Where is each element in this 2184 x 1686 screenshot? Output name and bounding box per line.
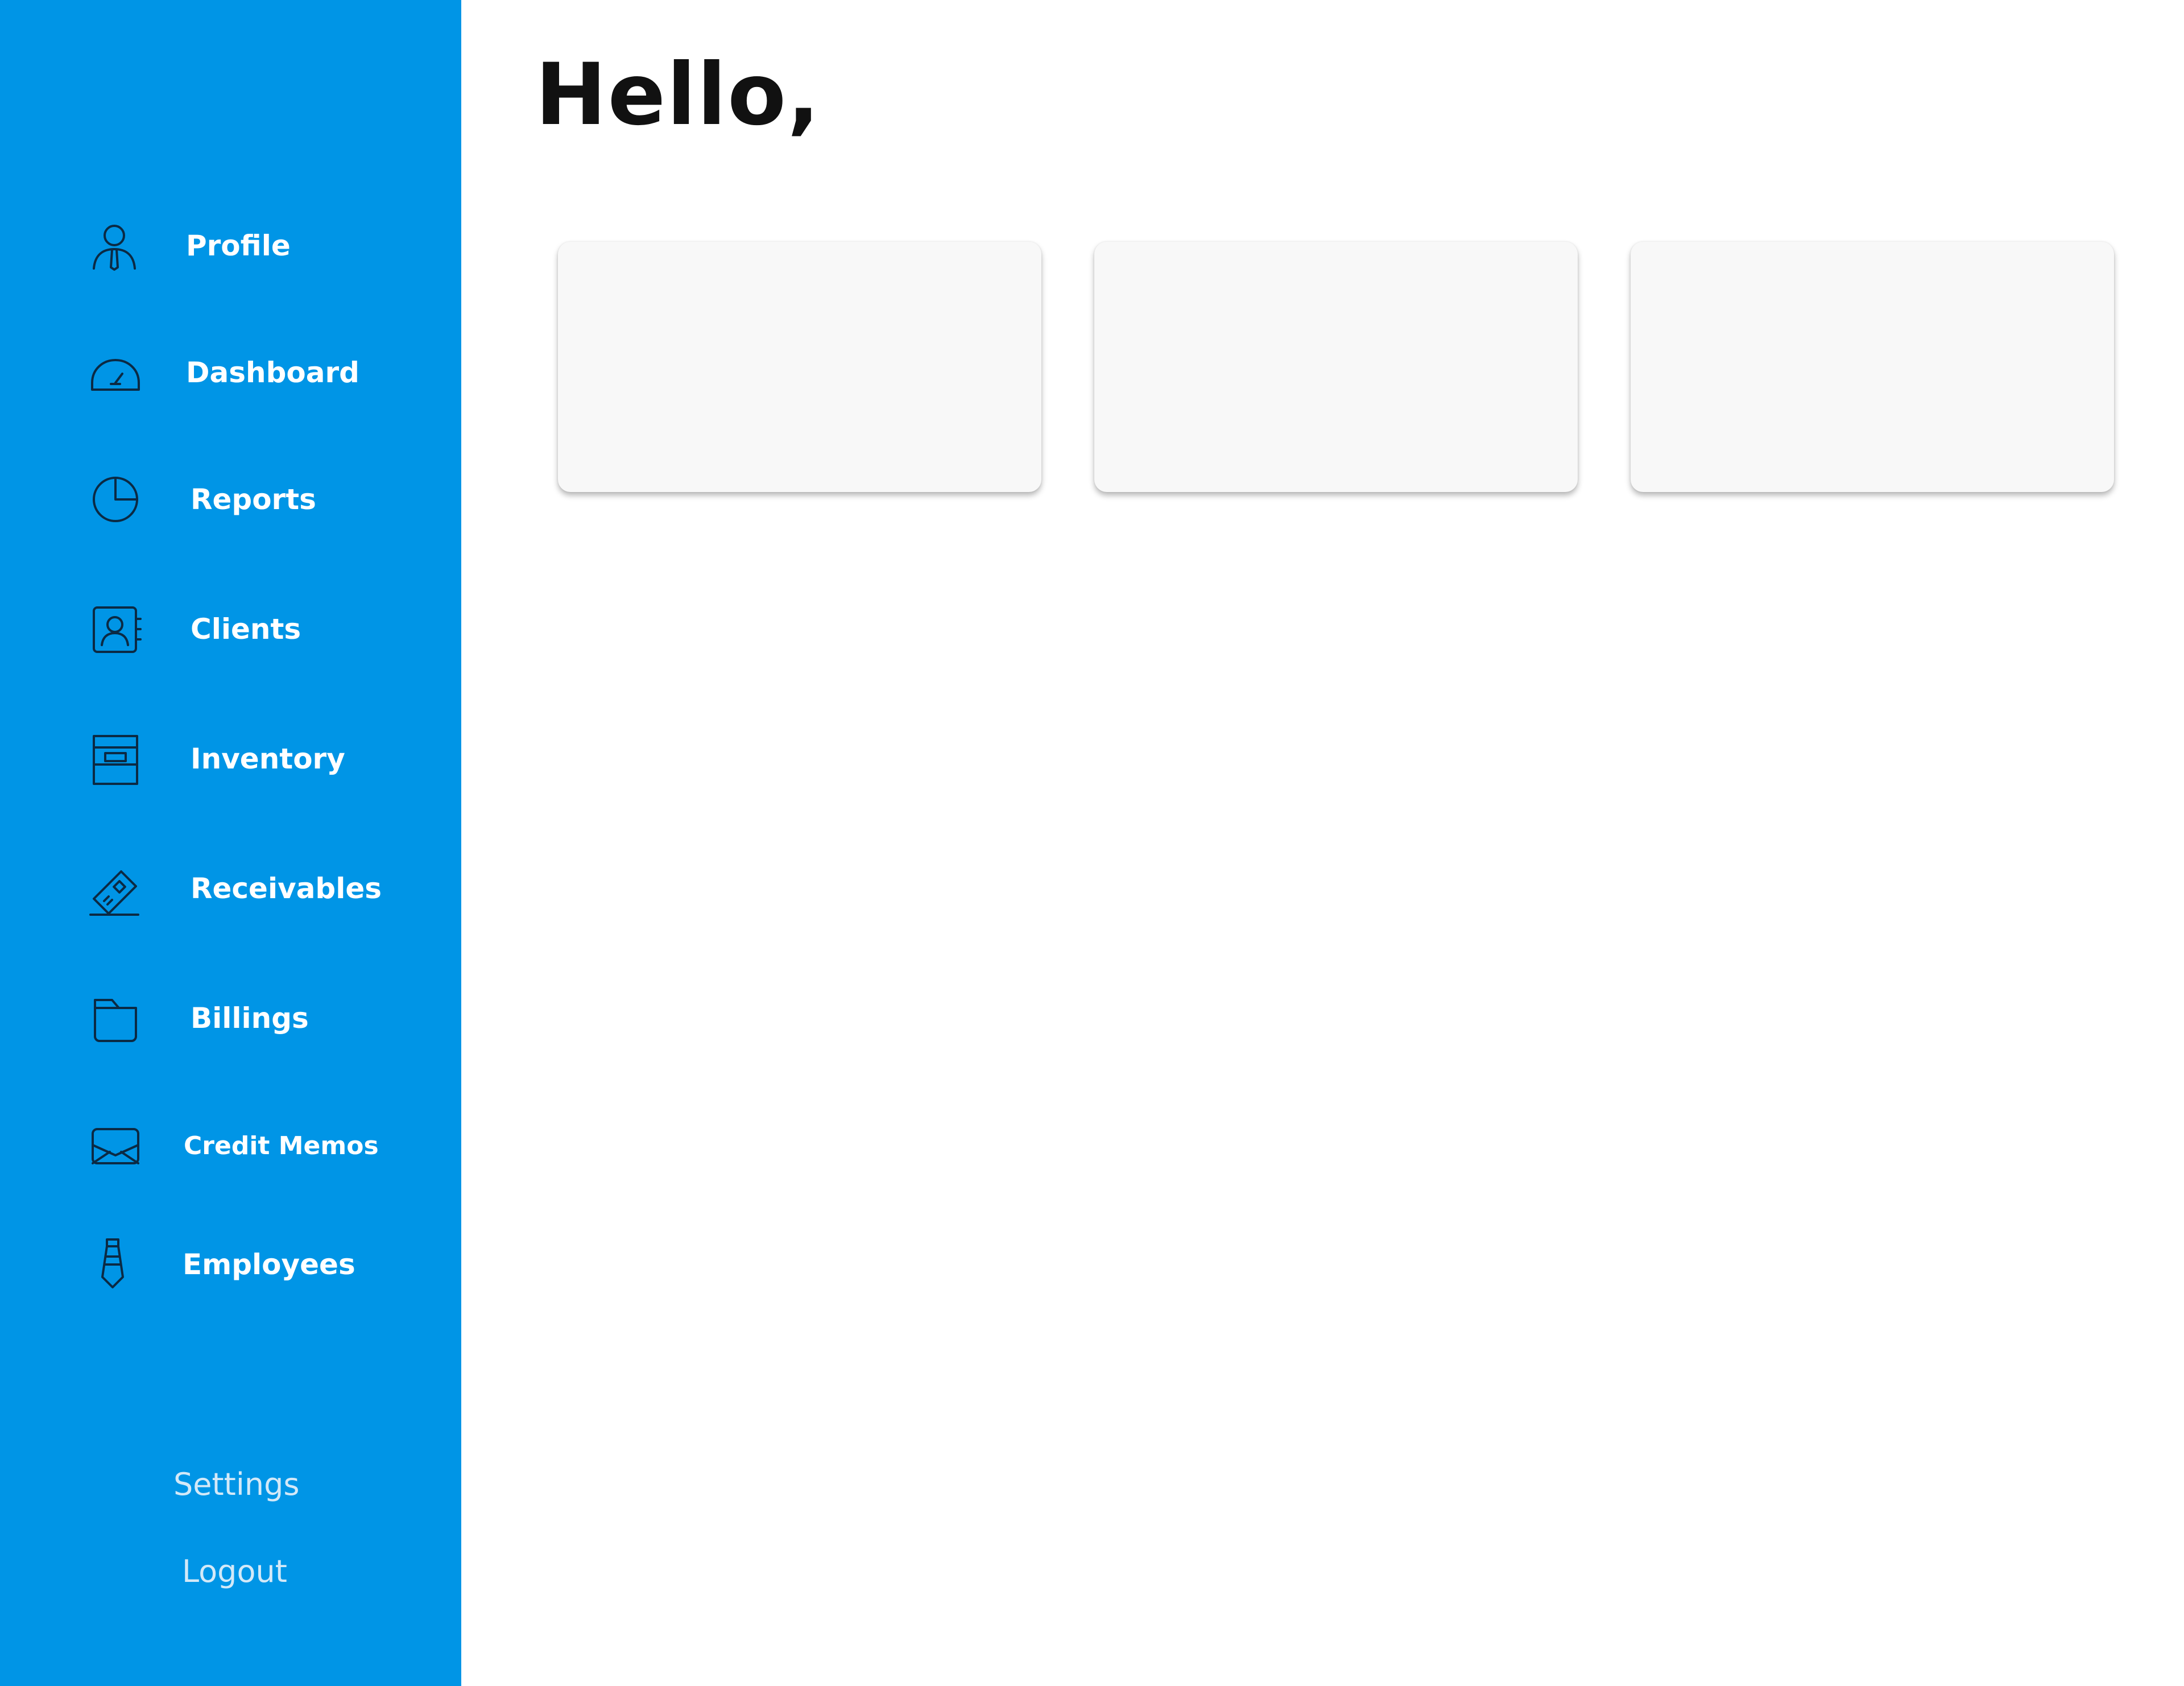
sidebar-item-employees[interactable]: Employees <box>0 1222 461 1307</box>
settings-link[interactable]: Settings <box>173 1453 299 1516</box>
sidebar: Profile Dashboard Reports Clients Invent… <box>0 0 461 1686</box>
sidebar-item-clients[interactable]: Clients <box>0 586 461 672</box>
sidebar-item-profile[interactable]: Profile <box>0 203 461 288</box>
sidebar-item-label: Dashboard <box>186 356 359 389</box>
contact-card-icon <box>88 602 143 656</box>
pie-chart-icon <box>88 472 143 527</box>
sidebar-item-receivables[interactable]: Receivables <box>0 846 461 931</box>
sidebar-item-reports[interactable]: Reports <box>0 457 461 542</box>
summary-card[interactable] <box>1631 242 2114 492</box>
logout-link[interactable]: Logout <box>182 1540 287 1603</box>
gauge-icon <box>88 345 143 400</box>
sidebar-item-label: Credit Memos <box>184 1131 379 1160</box>
sidebar-item-label: Clients <box>191 613 301 646</box>
sidebar-item-label: Profile <box>186 229 291 262</box>
tie-icon <box>85 1237 140 1292</box>
sidebar-item-dashboard[interactable]: Dashboard <box>0 330 461 415</box>
ticket-icon <box>87 861 142 916</box>
sidebar-item-label: Billings <box>191 1002 309 1035</box>
folder-icon <box>88 991 143 1046</box>
envelope-icon <box>88 1119 143 1173</box>
page-title: Hello, <box>535 46 821 144</box>
archive-drawer-icon <box>88 732 143 786</box>
summary-card[interactable] <box>558 242 1041 492</box>
sidebar-item-label: Receivables <box>191 872 382 905</box>
sidebar-item-label: Inventory <box>191 742 345 775</box>
sidebar-item-billings[interactable]: Billings <box>0 976 461 1061</box>
sidebar-item-label: Employees <box>183 1248 355 1281</box>
main-content: Hello, <box>461 0 2184 1686</box>
sidebar-item-label: Reports <box>191 483 316 516</box>
app-window: Profile Dashboard Reports Clients Invent… <box>0 0 2184 1686</box>
sidebar-item-credit-memos[interactable]: Credit Memos <box>0 1104 461 1189</box>
person-icon <box>87 218 142 273</box>
summary-card[interactable] <box>1094 242 1578 492</box>
sidebar-item-inventory[interactable]: Inventory <box>0 716 461 801</box>
